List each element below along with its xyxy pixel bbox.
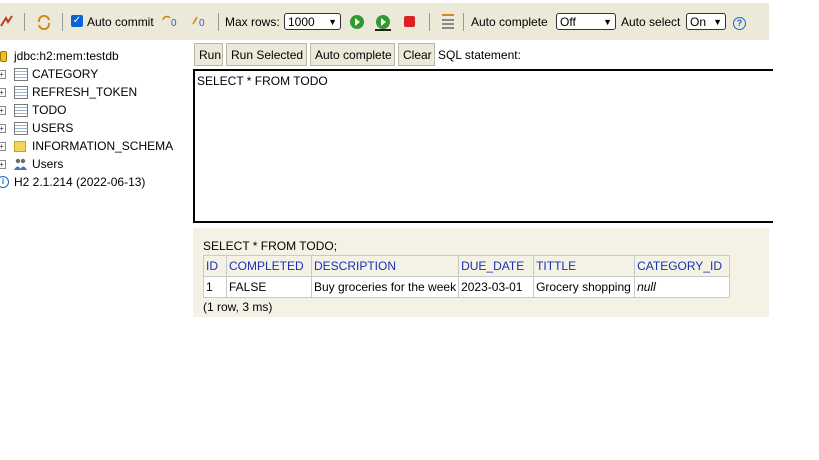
- column-header[interactable]: DUE_DATE: [458, 255, 535, 277]
- version-label: H2 2.1.214 (2022-06-13): [14, 175, 146, 189]
- toolbar-separator: [429, 13, 430, 31]
- auto-complete-button[interactable]: Auto complete: [310, 43, 395, 66]
- auto-complete-value: Off: [560, 15, 576, 29]
- expand-icon[interactable]: +: [0, 106, 6, 115]
- table-label: CATEGORY: [32, 67, 99, 81]
- table-cell: Grocery shopping: [533, 276, 636, 298]
- history-icon[interactable]: [441, 12, 455, 33]
- max-rows-value: 1000: [288, 15, 315, 29]
- toolbar-separator: [24, 13, 25, 31]
- stop-icon[interactable]: [403, 15, 416, 31]
- result-statement: SELECT * FROM TODO;: [203, 239, 338, 253]
- toolbar-separator: [463, 13, 464, 31]
- expand-icon[interactable]: +: [0, 70, 6, 79]
- table-cell: Buy groceries for the week: [310, 276, 460, 298]
- max-rows-label: Max rows:: [225, 15, 280, 29]
- auto-commit-label: Auto commit: [87, 15, 154, 29]
- table-cell: FALSE: [226, 276, 312, 298]
- table-label: REFRESH_TOKEN: [32, 85, 138, 99]
- table-header-row: ID COMPLETED DESCRIPTION DUE_DATE TITTLE…: [203, 255, 731, 277]
- toolbar-separator: [62, 13, 63, 31]
- column-header[interactable]: DESCRIPTION: [310, 255, 460, 277]
- users-label: Users: [32, 157, 64, 171]
- schema-label: INFORMATION_SCHEMA: [32, 139, 174, 153]
- result-table: ID COMPLETED DESCRIPTION DUE_DATE TITTLE…: [203, 255, 731, 298]
- auto-select-select[interactable]: On ▼: [686, 13, 726, 30]
- expand-icon[interactable]: +: [0, 88, 6, 97]
- folder-icon: [14, 141, 26, 152]
- result-summary: (1 row, 3 ms): [203, 300, 273, 314]
- sql-statement-label: SQL statement:: [438, 48, 521, 62]
- column-header[interactable]: COMPLETED: [226, 255, 312, 277]
- auto-complete-select[interactable]: Off ▼: [556, 13, 616, 30]
- rollback-icon[interactable]: 0: [161, 14, 179, 31]
- table-label: TODO: [32, 103, 67, 117]
- run-selected-button[interactable]: Run Selected: [226, 43, 307, 66]
- chevron-down-icon: ▼: [328, 17, 337, 27]
- run-icon[interactable]: [349, 14, 365, 33]
- toolbar-separator: [218, 13, 219, 31]
- table-icon: [14, 122, 28, 135]
- connection-label: jdbc:h2:mem:testdb: [14, 49, 119, 63]
- disconnect-icon[interactable]: [0, 14, 14, 31]
- column-header[interactable]: TITTLE: [533, 255, 636, 277]
- table-cell: null: [634, 276, 731, 298]
- table-icon: [14, 68, 28, 81]
- auto-commit-checkbox[interactable]: ✓: [71, 15, 83, 27]
- sql-editor[interactable]: SELECT * FROM TODO: [193, 69, 773, 223]
- auto-select-label: Auto select: [621, 15, 681, 29]
- info-icon: i: [0, 176, 9, 188]
- commit-icon[interactable]: 0: [191, 14, 209, 31]
- chevron-down-icon: ▼: [713, 17, 722, 27]
- svg-text:0: 0: [199, 18, 205, 28]
- expand-icon[interactable]: +: [0, 160, 6, 169]
- table-icon: [14, 86, 28, 99]
- help-icon[interactable]: ?: [733, 17, 746, 30]
- expand-icon[interactable]: +: [0, 124, 6, 133]
- svg-text:0: 0: [171, 18, 177, 28]
- table-cell: 2023-03-01: [458, 276, 535, 298]
- table-cell: 1: [203, 276, 227, 298]
- auto-select-value: On: [690, 15, 707, 29]
- run-selected-icon[interactable]: [374, 14, 392, 35]
- column-header[interactable]: ID: [203, 255, 227, 277]
- column-header[interactable]: CATEGORY_ID: [634, 255, 731, 277]
- users-icon: [14, 158, 27, 170]
- run-button[interactable]: Run: [194, 43, 223, 66]
- table-label: USERS: [32, 121, 74, 135]
- toolbar: ✓ Auto commit 0 0 Max rows: 1000 ▼ Auto …: [0, 3, 769, 40]
- auto-complete-label: Auto complete: [471, 15, 548, 29]
- result-panel: SELECT * FROM TODO; ID COMPLETED DESCRIP…: [193, 228, 769, 317]
- clear-button[interactable]: Clear: [398, 43, 435, 66]
- expand-icon[interactable]: +: [0, 142, 6, 151]
- table-row: 1 FALSE Buy groceries for the week 2023-…: [203, 276, 731, 298]
- chevron-down-icon: ▼: [603, 17, 612, 27]
- table-icon: [14, 104, 28, 117]
- database-icon: [0, 51, 7, 62]
- refresh-icon[interactable]: [36, 14, 52, 33]
- max-rows-select[interactable]: 1000 ▼: [284, 13, 341, 30]
